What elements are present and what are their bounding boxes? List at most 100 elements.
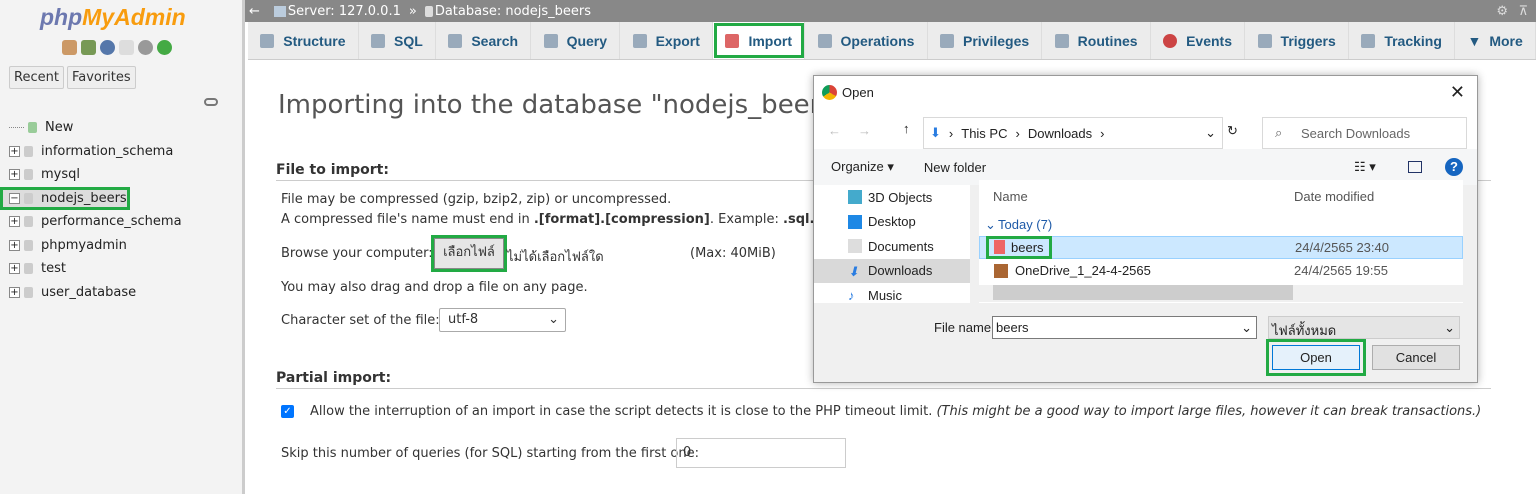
forward-icon[interactable]: → (858, 123, 871, 138)
database-icon (24, 239, 33, 251)
expand-icon[interactable]: + (9, 216, 20, 228)
open-button[interactable]: Open (1266, 339, 1366, 376)
tree-label: information_schema (41, 143, 174, 159)
link-icon[interactable] (204, 98, 218, 106)
tab-import[interactable]: Import (713, 22, 806, 59)
database-icon (24, 169, 33, 181)
database-icon (424, 5, 433, 17)
expand-icon[interactable]: + (9, 286, 20, 298)
favorites-button[interactable]: Favorites (66, 66, 136, 89)
back-arrow-icon[interactable]: ← (249, 4, 260, 19)
tab-triggers[interactable]: Triggers (1245, 22, 1350, 59)
caret-down-icon: ▼ (1467, 32, 1482, 49)
view-options-icon[interactable]: ☷ ▾ (1354, 159, 1376, 175)
reload-icon[interactable] (157, 40, 172, 55)
back-icon[interactable]: ← (828, 123, 841, 138)
tab-events[interactable]: Events (1151, 22, 1246, 59)
file-row-beers[interactable]: beers 24/4/2565 23:40 (979, 236, 1463, 259)
tab-more[interactable]: ▼ More (1455, 22, 1536, 59)
tab-operations[interactable]: Operations (805, 22, 928, 59)
expand-icon[interactable]: + (9, 169, 20, 181)
skip-queries-input[interactable]: 0 (676, 438, 846, 468)
tree-item-mysql[interactable]: + mysql (0, 163, 242, 187)
expand-icon[interactable]: + (9, 263, 20, 275)
nav-3d-objects[interactable]: 3D Objects (814, 185, 970, 210)
charset-select[interactable]: utf-8 ⌄ (439, 308, 566, 332)
query-icon (543, 33, 558, 48)
address-bar[interactable]: ⬇ › This PC › Downloads › ⌄ (923, 117, 1223, 149)
help-icon[interactable] (100, 40, 115, 55)
group-chevron-icon[interactable]: ⌄ (985, 217, 996, 233)
tree-label: nodejs_beers (41, 190, 127, 206)
close-icon[interactable]: ✕ (1450, 82, 1465, 103)
routines-icon (1054, 33, 1069, 48)
docs-icon[interactable] (119, 40, 134, 55)
breadcrumb-server[interactable]: Server: 127.0.0.1 (288, 4, 401, 19)
up-icon[interactable]: ↑ (903, 121, 910, 136)
file-row-onedrive[interactable]: OneDrive_1_24-4-2565 24/4/2565 19:55 (979, 259, 1463, 282)
refresh-icon[interactable]: ↻ (1227, 123, 1238, 139)
logout-icon[interactable] (81, 40, 96, 55)
phpmyadmin-logo[interactable]: phpMyAdmin (40, 4, 186, 31)
tab-structure[interactable]: Structure (248, 22, 359, 59)
tab-export[interactable]: Export (620, 22, 714, 59)
database-icon (24, 286, 33, 298)
expand-icon[interactable]: + (9, 239, 20, 251)
help-icon[interactable]: ? (1445, 158, 1463, 176)
archive-icon (994, 263, 1008, 278)
search-icon (448, 33, 463, 48)
group-today[interactable]: Today (7) (998, 217, 1052, 232)
allow-interrupt-checkbox[interactable]: ✓ (281, 405, 294, 418)
document-icon (848, 239, 862, 254)
tree-item-nodejs-beers[interactable]: − nodejs_beers (0, 186, 130, 210)
column-name[interactable]: Name (993, 189, 1028, 204)
tab-privileges[interactable]: Privileges (928, 22, 1043, 59)
file-name-input[interactable]: beers ⌄ (992, 316, 1257, 339)
chevron-down-icon: ⌄ (1444, 320, 1455, 335)
tab-search[interactable]: Search (436, 22, 532, 59)
horizontal-scrollbar[interactable] (979, 285, 1463, 302)
chevron-down-icon: ⌄ (548, 312, 559, 327)
path-this-pc[interactable]: This PC (961, 126, 1007, 141)
tab-query[interactable]: Query (531, 22, 621, 59)
home-icon[interactable] (62, 40, 77, 55)
path-downloads[interactable]: Downloads (1028, 126, 1092, 141)
gear-icon[interactable]: ⚙ (1496, 4, 1508, 19)
tree-item-phpmyadmin[interactable]: + phpmyadmin (0, 234, 242, 258)
tab-routines[interactable]: Routines (1042, 22, 1151, 59)
preview-pane-icon[interactable] (1408, 161, 1422, 173)
tab-sql[interactable]: SQL (359, 22, 437, 59)
search-input[interactable]: ⌕ Search Downloads (1262, 117, 1467, 149)
tab-tracking[interactable]: Tracking (1349, 22, 1456, 59)
tree-item-user-database[interactable]: + user_database (0, 281, 242, 305)
nav-desktop[interactable]: Desktop (814, 210, 970, 235)
tree-item-test[interactable]: + test (0, 257, 242, 281)
skip-label: Skip this number of queries (for SQL) st… (281, 446, 699, 461)
tree-item-information-schema[interactable]: + information_schema (0, 140, 242, 164)
breadcrumb-database[interactable]: Database: nodejs_beers (435, 4, 591, 19)
chevron-down-icon[interactable]: ⌄ (1205, 125, 1216, 141)
gear-icon[interactable] (138, 40, 153, 55)
tree-label: phpmyadmin (41, 237, 127, 253)
tree-item-performance-schema[interactable]: + performance_schema (0, 210, 242, 234)
expand-icon[interactable]: + (9, 145, 20, 157)
file-type-select[interactable]: ไฟล์ทั้งหมด ⌄ (1268, 316, 1460, 339)
new-folder-button[interactable]: New folder (924, 160, 986, 175)
recent-button[interactable]: Recent (9, 66, 64, 89)
nav-music[interactable]: ♪ Music (814, 283, 970, 308)
cancel-button[interactable]: Cancel (1372, 345, 1460, 370)
organize-button[interactable]: Organize ▾ (831, 159, 894, 175)
database-icon (24, 216, 33, 228)
collapse-icon[interactable]: ⊼ (1518, 4, 1528, 19)
tree-label: mysql (41, 167, 80, 183)
collapse-icon[interactable]: − (9, 192, 20, 204)
breadcrumb: ← Server: 127.0.0.1 » Database: nodejs_b… (245, 0, 1536, 22)
nav-downloads[interactable]: ⬇ Downloads (814, 258, 970, 283)
wrench-icon (817, 33, 832, 48)
tree-item-new[interactable]: New (0, 116, 242, 140)
nav-documents[interactable]: Documents (814, 234, 970, 259)
column-date-modified[interactable]: Date modified (1294, 189, 1374, 204)
cube-icon (848, 190, 862, 205)
download-icon: ⬇ (848, 263, 859, 279)
choose-file-button[interactable]: เลือกไฟล์ (431, 235, 507, 272)
